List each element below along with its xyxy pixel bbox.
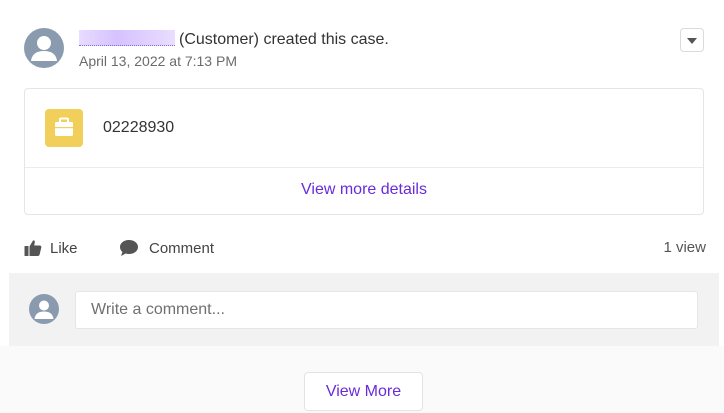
view-count: 1 view [663, 239, 706, 256]
post-headline: (Customer) created this case. [79, 30, 389, 49]
thumbs-up-icon [24, 240, 42, 256]
case-number[interactable]: 02228930 [103, 119, 174, 137]
post-action-text: (Customer) created this case. [179, 31, 389, 48]
comment-label: Comment [149, 239, 215, 257]
post-actions: Like Comment 1 view [24, 236, 706, 260]
view-more-details-link[interactable]: View more details [25, 181, 703, 199]
like-label: Like [50, 239, 78, 257]
comment-button[interactable]: Comment [119, 236, 214, 260]
card-divider [25, 167, 703, 168]
author-name-link[interactable] [79, 30, 175, 46]
user-avatar-icon[interactable] [24, 28, 64, 68]
view-more-button[interactable]: View More [304, 372, 423, 411]
case-briefcase-icon [45, 109, 83, 147]
like-button[interactable]: Like [24, 236, 78, 260]
feed-item: (Customer) created this case. April 13, … [0, 0, 724, 413]
post-timestamp[interactable]: April 13, 2022 at 7:13 PM [79, 53, 237, 69]
post-header: (Customer) created this case. April 13, … [24, 24, 706, 72]
comment-input[interactable] [75, 291, 698, 329]
current-user-avatar-icon [29, 294, 59, 324]
post-menu-button[interactable] [680, 28, 704, 52]
case-card: 02228930 View more details [24, 88, 704, 215]
view-more-section: View More [0, 346, 724, 413]
comment-bubble-icon [120, 240, 138, 256]
chevron-down-icon [687, 38, 697, 44]
comment-composer [9, 273, 719, 346]
